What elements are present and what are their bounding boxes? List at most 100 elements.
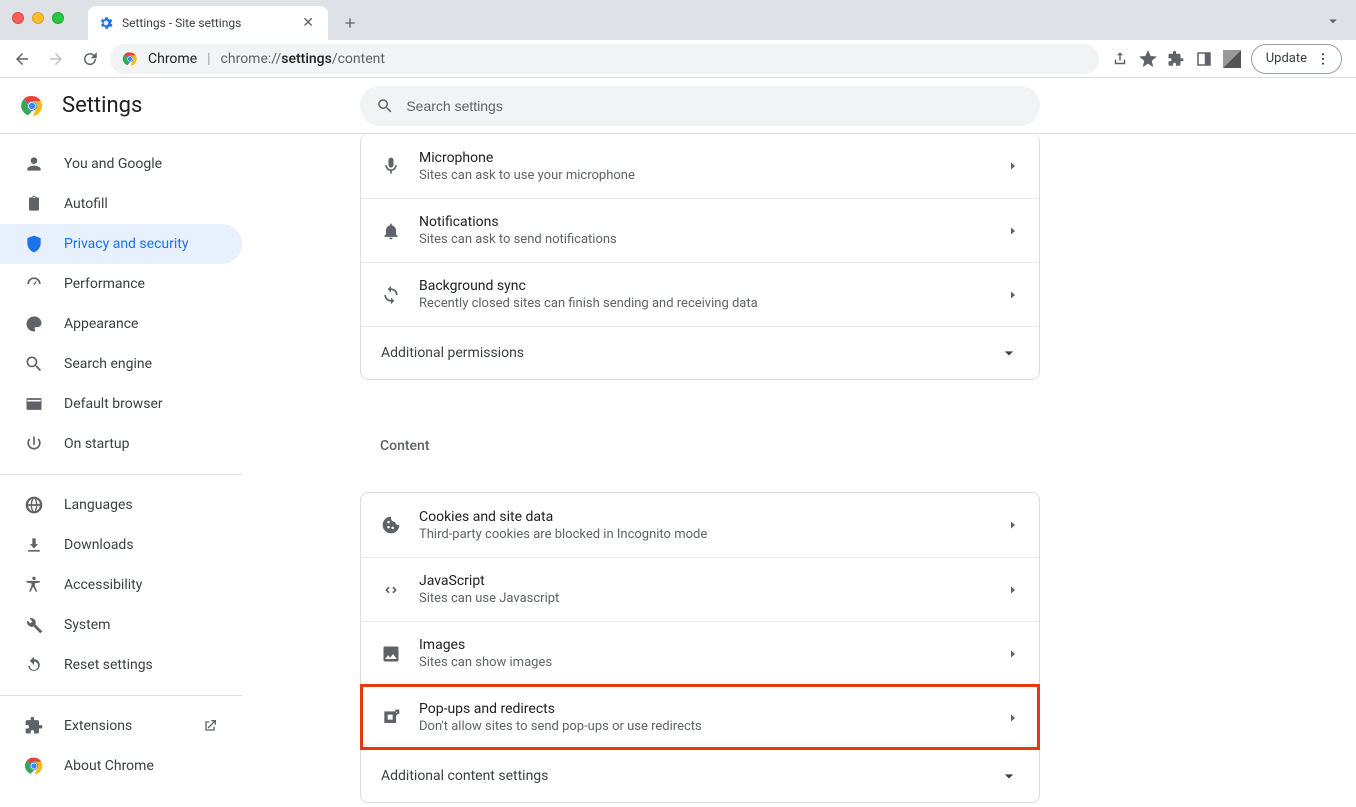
sidebar-item-system[interactable]: System: [0, 605, 242, 645]
new-tab-button[interactable]: [336, 9, 364, 37]
row-title: Pop-ups and redirects: [419, 701, 989, 717]
browser-toolbar: Chrome | chrome://settings/content Updat…: [0, 40, 1356, 78]
sidebar-item-label: Appearance: [64, 316, 138, 332]
setting-row-notifications[interactable]: Notifications Sites can ask to send notif…: [361, 198, 1039, 262]
arrow-right-icon: [1007, 160, 1019, 172]
gear-icon: [98, 15, 114, 31]
accessibility-icon: [24, 575, 44, 595]
sidebar-item-on-startup[interactable]: On startup: [0, 424, 242, 464]
row-title: Cookies and site data: [419, 509, 989, 525]
globe-icon: [24, 495, 44, 515]
extensions-icon[interactable]: [1167, 50, 1185, 68]
sidebar-item-reset-settings[interactable]: Reset settings: [0, 645, 242, 685]
popup-icon: [381, 708, 401, 728]
address-bar[interactable]: Chrome | chrome://settings/content: [110, 44, 1099, 74]
setting-row-images[interactable]: Images Sites can show images: [361, 621, 1039, 685]
arrow-right-icon: [1007, 712, 1019, 724]
sidebar-item-label: Accessibility: [64, 577, 142, 593]
setting-row-background-sync[interactable]: Background syncRecently closed sites can…: [361, 262, 1039, 326]
omnibox-url: chrome://settings/content: [221, 51, 385, 67]
sidebar-item-autofill[interactable]: Autofill: [0, 184, 242, 224]
sidebar-item-label: Search engine: [64, 356, 152, 372]
sidebar-item-accessibility[interactable]: Accessibility: [0, 565, 242, 605]
row-subtitle: Sites can show images: [419, 655, 989, 670]
additional-permissions-toggle[interactable]: Additional permissions: [361, 326, 1039, 379]
download-icon: [24, 535, 44, 555]
sidebar-item-extensions[interactable]: Extensions: [0, 706, 242, 746]
sidebar-item-appearance[interactable]: Appearance: [0, 304, 242, 344]
settings-header: Settings: [0, 78, 1356, 134]
search-input[interactable]: [406, 98, 1024, 114]
speed-icon: [24, 274, 44, 294]
close-window-button[interactable]: [12, 12, 24, 24]
additional-content-toggle[interactable]: Additional content settings: [361, 749, 1039, 802]
sidebar-item-privacy-and-security[interactable]: Privacy and security: [0, 224, 242, 264]
update-button[interactable]: Update: [1251, 44, 1342, 74]
settings-main: MicrophoneSites can ask to use your micr…: [256, 134, 1356, 807]
profile-avatar[interactable]: [1223, 50, 1241, 68]
browser-icon: [24, 394, 44, 414]
arrow-right-icon: [1007, 289, 1019, 301]
search-icon: [376, 97, 394, 115]
setting-row-pop-ups-and-redirects[interactable]: Pop-ups and redirectsDon't allow sites t…: [361, 685, 1039, 749]
image-icon: [381, 644, 401, 664]
chrome-icon: [24, 756, 44, 776]
sidebar-item-languages[interactable]: Languages: [0, 485, 242, 525]
forward-button[interactable]: [42, 45, 70, 73]
minimize-window-button[interactable]: [32, 12, 44, 24]
restore-icon: [24, 655, 44, 675]
arrow-right-icon: [1007, 225, 1019, 237]
sidebar-item-label: Extensions: [64, 718, 132, 734]
close-tab-button[interactable]: ✕: [298, 15, 318, 31]
chevron-down-icon: [999, 766, 1019, 786]
sidebar-item-default-browser[interactable]: Default browser: [0, 384, 242, 424]
tab-title: Settings - Site settings: [122, 16, 290, 30]
sidebar-item-label: Default browser: [64, 396, 163, 412]
arrow-right-icon: [1007, 584, 1019, 596]
mic-icon: [381, 156, 401, 176]
update-label: Update: [1266, 51, 1307, 66]
sidebar-item-label: You and Google: [64, 156, 162, 172]
share-icon[interactable]: [1111, 50, 1129, 68]
row-title: Notifications: [419, 214, 989, 230]
row-subtitle: Sites can ask to send notifications: [419, 232, 989, 247]
cookie-icon: [381, 515, 401, 535]
row-subtitle: Third-party cookies are blocked in Incog…: [419, 527, 989, 542]
sidebar-item-performance[interactable]: Performance: [0, 264, 242, 304]
setting-row-javascript[interactable]: JavaScriptSites can use Javascript: [361, 557, 1039, 621]
back-button[interactable]: [8, 45, 36, 73]
palette-icon: [24, 314, 44, 334]
row-title: Images: [419, 637, 989, 653]
sidebar-item-label: About Chrome: [64, 758, 154, 774]
sidebar-item-label: Reset settings: [64, 657, 153, 673]
content-panel: Cookies and site data Third-party cookies…: [360, 492, 1040, 803]
sidebar-item-label: On startup: [64, 436, 130, 452]
tab-overflow-button[interactable]: [1324, 12, 1342, 30]
row-subtitle: Recently closed sites can finish sending…: [419, 296, 989, 311]
side-panel-icon[interactable]: [1195, 50, 1213, 68]
browser-tab[interactable]: Settings - Site settings ✕: [88, 6, 328, 40]
sidebar-item-search-engine[interactable]: Search engine: [0, 344, 242, 384]
power-icon: [24, 434, 44, 454]
settings-search[interactable]: [360, 86, 1040, 126]
maximize-window-button[interactable]: [52, 12, 64, 24]
row-title: JavaScript: [419, 573, 989, 589]
settings-sidebar: You and Google Autofill Privacy and securi…: [0, 134, 256, 807]
sidebar-item-label: Languages: [64, 497, 133, 513]
sidebar-item-label: Performance: [64, 276, 145, 292]
sidebar-item-about-chrome[interactable]: About Chrome: [0, 746, 242, 786]
page-title: Settings: [62, 93, 142, 118]
sidebar-item-you-and-google[interactable]: You and Google: [0, 144, 242, 184]
bookmark-icon[interactable]: [1139, 50, 1157, 68]
row-subtitle: Sites can ask to use your microphone: [419, 168, 989, 183]
setting-row-cookies-and-site-data[interactable]: Cookies and site data Third-party cookies…: [361, 493, 1039, 557]
setting-row-microphone[interactable]: MicrophoneSites can ask to use your micr…: [361, 134, 1039, 198]
open-external-icon: [202, 718, 218, 734]
content-section-title: Content: [360, 420, 1040, 462]
sidebar-item-label: Privacy and security: [64, 236, 188, 252]
sidebar-item-downloads[interactable]: Downloads: [0, 525, 242, 565]
arrow-right-icon: [1007, 519, 1019, 531]
reload-button[interactable]: [76, 45, 104, 73]
omnibox-origin-label: Chrome: [148, 51, 197, 67]
sidebar-item-label: System: [64, 617, 110, 633]
